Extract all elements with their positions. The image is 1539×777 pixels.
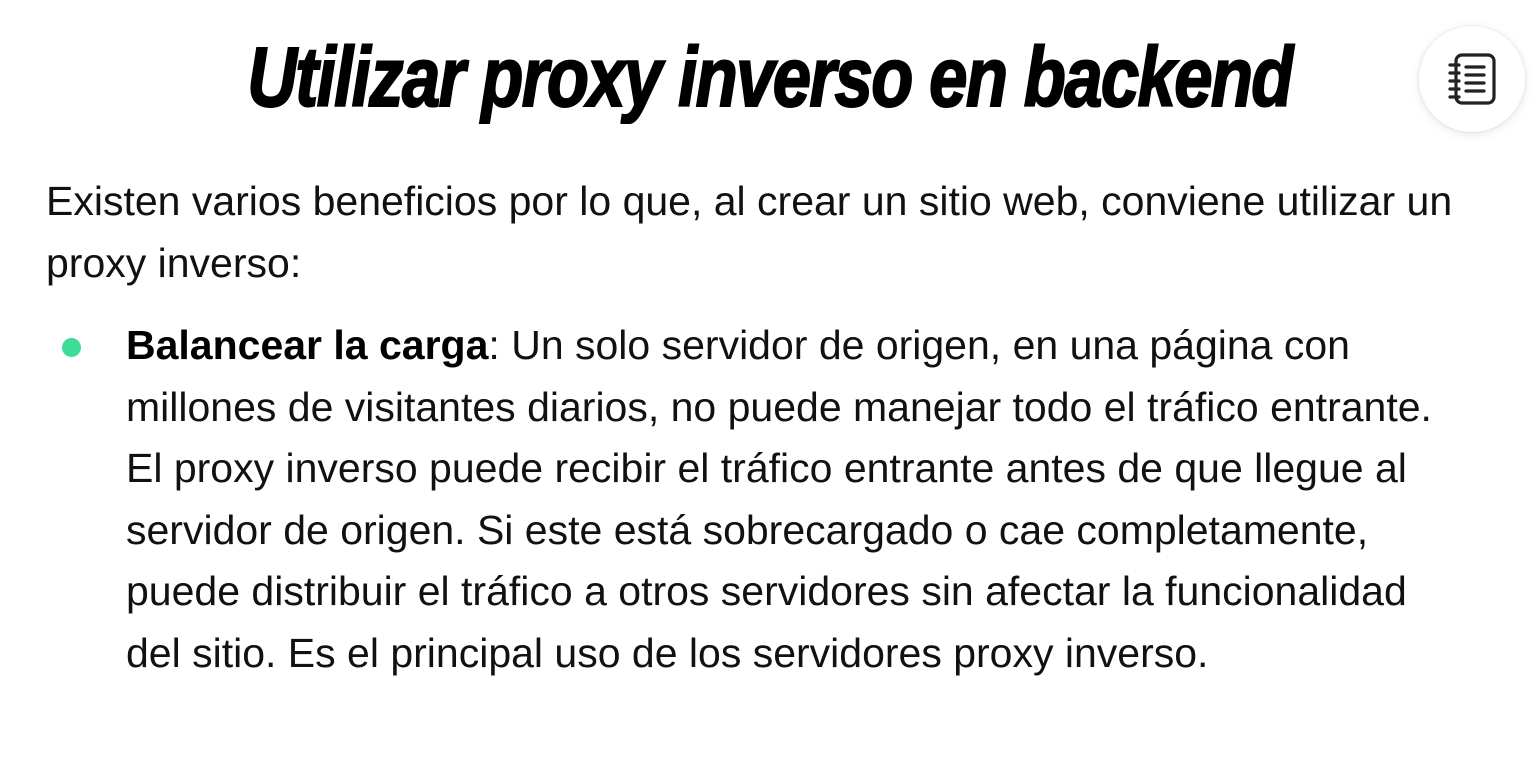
- bullet-dot-icon: [62, 338, 81, 357]
- notebook-icon: [1448, 53, 1496, 105]
- bullet-text: Un solo servidor de origen, en una págin…: [126, 322, 1432, 676]
- bullet-term: Balancear la carga: [126, 322, 489, 368]
- intro-paragraph: Existen varios beneficios por lo que, al…: [46, 178, 1453, 286]
- page-title: Utilizar proxy inverso en backend: [246, 29, 1294, 125]
- bullet-separator: :: [488, 322, 500, 368]
- notes-button[interactable]: [1419, 26, 1525, 132]
- benefits-list: Balancear la carga: Un solo servidor de …: [0, 315, 1539, 684]
- list-item: Balancear la carga: Un solo servidor de …: [0, 315, 1456, 684]
